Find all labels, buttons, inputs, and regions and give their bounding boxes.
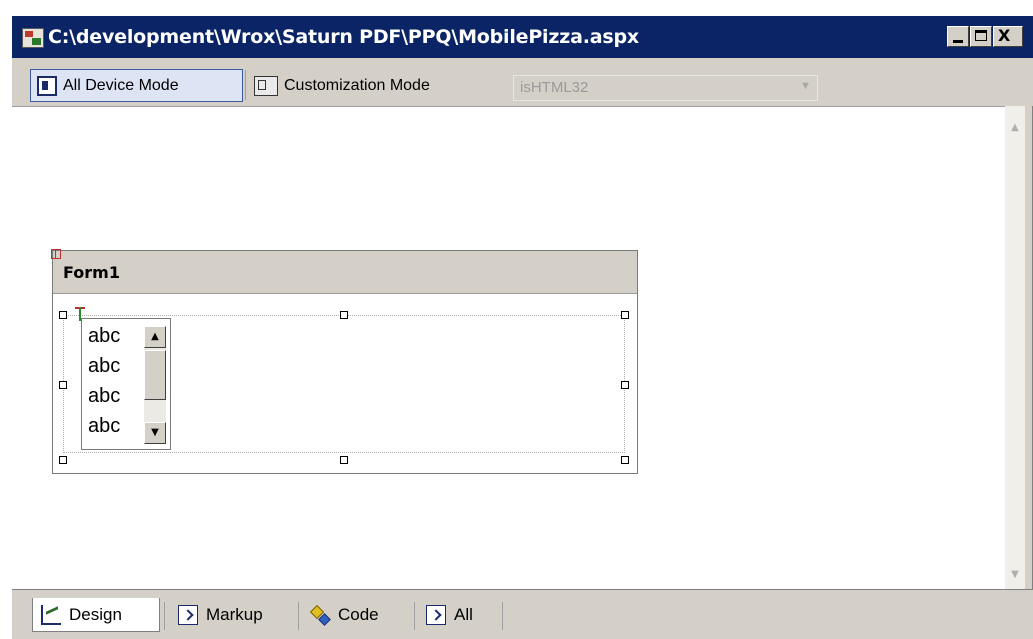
chevron-down-icon: ▼ — [800, 80, 811, 92]
selection-list-control[interactable]: abc abc abc abc ▲ ▼ — [81, 318, 171, 450]
resize-handle-bottom[interactable] — [340, 456, 348, 464]
design-surface[interactable]: Form1 abc abc abc abc ▲ ▼ — [12, 106, 1005, 590]
tab-markup-label: Markup — [206, 605, 263, 624]
tab-all-label: All — [454, 605, 473, 624]
tab-markup[interactable]: Markup — [170, 598, 294, 632]
scroll-up-arrow-icon[interactable]: ▲ — [1005, 122, 1025, 140]
close-button[interactable]: X — [993, 26, 1023, 47]
design-icon — [41, 604, 61, 625]
code-icon — [310, 605, 330, 625]
design-vertical-scrollbar[interactable]: ▲ ▼ — [1005, 106, 1025, 589]
tab-separator — [164, 602, 165, 630]
tab-all[interactable]: All — [418, 598, 498, 632]
resize-handle-top[interactable] — [340, 311, 348, 319]
tab-separator — [414, 602, 415, 630]
list-scrollbar[interactable]: ▲ ▼ — [144, 326, 166, 444]
device-mode-toolbar: All Device Mode Customization Mode isHTM… — [12, 58, 1033, 106]
aspx-file-icon — [22, 28, 44, 48]
scroll-down-arrow-icon[interactable]: ▼ — [1005, 569, 1025, 587]
all-device-mode-label: All Device Mode — [63, 76, 179, 94]
list-item[interactable]: abc — [88, 355, 120, 383]
resize-handle-top-left[interactable] — [59, 311, 67, 319]
minimize-icon — [953, 40, 963, 43]
resize-handle-top-right[interactable] — [621, 311, 629, 319]
markup-icon — [178, 605, 198, 625]
form-title: Form1 — [63, 263, 120, 282]
all-device-mode-button[interactable]: All Device Mode — [30, 69, 243, 102]
device-filter-value: isHTML32 — [520, 79, 589, 96]
tab-design[interactable]: Design — [32, 598, 160, 632]
device-filter-dropdown[interactable]: isHTML32 ▼ — [513, 75, 818, 101]
tab-separator — [502, 602, 503, 630]
tab-code-label: Code — [338, 605, 379, 624]
designer-window: C:\development\Wrox\Saturn PDF\PPQ\Mobil… — [10, 14, 1033, 639]
mobile-form-control[interactable]: Form1 abc abc abc abc ▲ ▼ — [51, 249, 638, 474]
customization-mode-button[interactable]: Customization Mode — [248, 69, 498, 102]
minimize-button[interactable] — [947, 26, 969, 47]
list-item[interactable]: abc — [88, 385, 120, 413]
resize-handle-bottom-left[interactable] — [59, 456, 67, 464]
resize-handle-bottom-right[interactable] — [621, 456, 629, 464]
tab-design-label: Design — [69, 604, 122, 624]
maximize-icon — [975, 30, 987, 41]
maximize-button[interactable] — [970, 26, 992, 47]
resize-handle-left[interactable] — [59, 381, 67, 389]
tab-code[interactable]: Code — [302, 598, 410, 632]
scroll-up-button[interactable]: ▲ — [144, 326, 166, 348]
customization-mode-label: Customization Mode — [284, 76, 430, 94]
title-bar[interactable]: C:\development\Wrox\Saturn PDF\PPQ\Mobil… — [12, 16, 1033, 58]
window-title: C:\development\Wrox\Saturn PDF\PPQ\Mobil… — [48, 26, 639, 48]
scroll-down-button[interactable]: ▼ — [144, 422, 166, 444]
resize-handle-right[interactable] — [621, 381, 629, 389]
device-customize-icon — [254, 75, 278, 96]
list-item[interactable]: abc — [88, 325, 120, 353]
form-glyph-icon — [51, 249, 63, 261]
all-devices-icon — [37, 75, 57, 96]
tab-separator — [298, 602, 299, 630]
list-item[interactable]: abc — [88, 415, 120, 443]
all-icon — [426, 605, 446, 625]
toolbar-separator — [245, 70, 246, 100]
form-header[interactable]: Form1 — [51, 249, 637, 294]
scroll-thumb[interactable] — [144, 350, 166, 400]
close-icon: X — [998, 26, 1011, 45]
view-tab-bar: Design Markup Code All — [12, 589, 1033, 639]
